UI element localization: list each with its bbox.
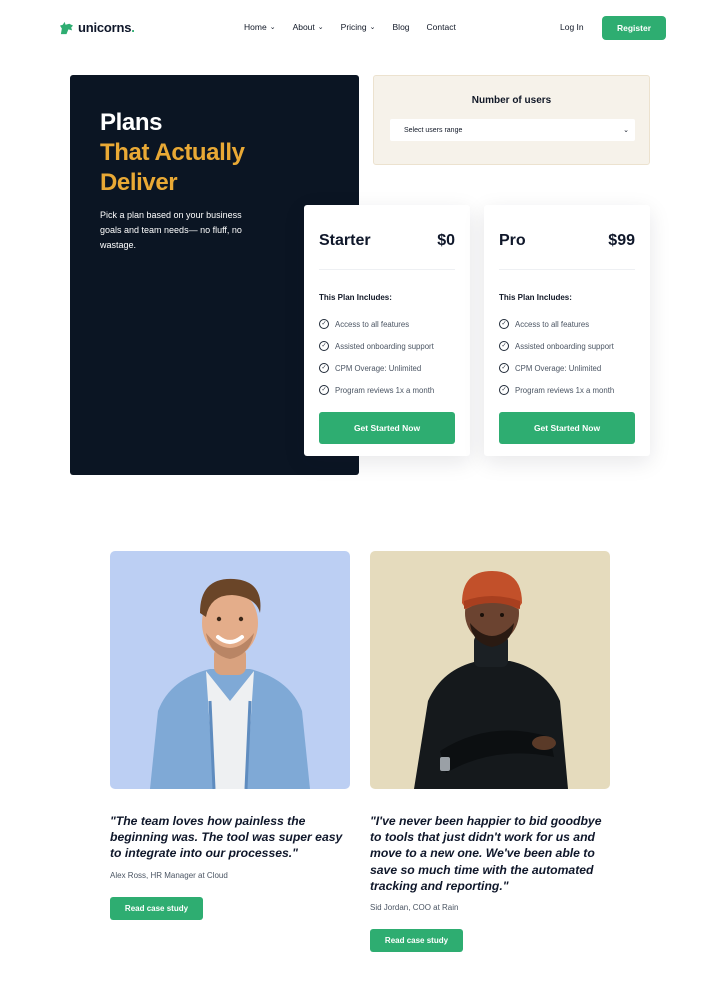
check-circle-icon: ✓ xyxy=(319,319,329,329)
get-started-button[interactable]: Get Started Now xyxy=(499,412,635,444)
hero-title-line: Plans xyxy=(100,109,163,136)
testimonial-author: Alex Ross, HR Manager at Cloud xyxy=(110,871,228,880)
users-title: Number of users xyxy=(471,95,552,106)
chevron-down-icon: ⌄ xyxy=(369,24,376,31)
feature-text: Access to all features xyxy=(515,319,590,329)
chevron-down-icon: ⌄ xyxy=(623,127,629,134)
register-button[interactable]: Register xyxy=(602,16,666,40)
feature-item: ✓ Assisted onboarding support xyxy=(499,335,614,357)
main-nav: Home ⌄ About ⌄ Pricing ⌄ Blog Contact xyxy=(244,22,473,32)
divider xyxy=(499,269,635,270)
testimonial-photo-sid xyxy=(370,551,610,789)
nav-label: Blog xyxy=(392,22,410,32)
nav-item-home[interactable]: Home ⌄ xyxy=(244,22,276,32)
hero-title-line-accent: Deliver xyxy=(100,169,178,196)
feature-text: Assisted onboarding support xyxy=(515,341,614,351)
testimonial-photo-alex xyxy=(110,551,350,789)
nav-label: Home xyxy=(244,22,267,32)
logo-text: unicorns. xyxy=(78,20,135,35)
feature-text: Program reviews 1x a month xyxy=(335,385,435,395)
plan-includes-label: This Plan Includes: xyxy=(499,293,572,302)
plan-card-starter: Starter $0 This Plan Includes: ✓ Access t… xyxy=(304,205,470,456)
nav-label: Pricing xyxy=(340,22,367,32)
check-circle-icon: ✓ xyxy=(499,341,509,351)
check-circle-icon: ✓ xyxy=(499,319,509,329)
testimonial-author: Sid Jordan, COO at Rain xyxy=(370,903,459,912)
plan-price: $0 xyxy=(437,232,455,249)
get-started-button[interactable]: Get Started Now xyxy=(319,412,455,444)
plan-name: Starter xyxy=(319,232,371,249)
feature-item: ✓ CPM Overage: Unlimited xyxy=(319,357,434,379)
read-case-study-button[interactable]: Read case study xyxy=(370,929,463,952)
testimonial-quote: "I've never been happier to bid goodbye … xyxy=(370,814,602,893)
feature-text: Assisted onboarding support xyxy=(335,341,434,351)
feature-text: CPM Overage: Unlimited xyxy=(335,363,422,373)
nav-item-pricing[interactable]: Pricing ⌄ xyxy=(341,22,376,32)
feature-list: ✓ Access to all features ✓ Assisted onboar… xyxy=(499,313,614,401)
unicorn-icon xyxy=(59,21,74,34)
feature-text: Access to all features xyxy=(335,319,410,329)
nav-item-about[interactable]: About ⌄ xyxy=(293,22,324,32)
person-photo-icon xyxy=(150,578,310,789)
feature-item: ✓ Access to all features xyxy=(499,313,614,335)
nav-item-contact[interactable]: Contact xyxy=(427,22,456,32)
testimonial-quote: "The team loves how painless the beginni… xyxy=(110,814,343,861)
plan-name: Pro xyxy=(499,232,526,249)
nav-item-blog[interactable]: Blog xyxy=(393,22,410,32)
read-case-study-button[interactable]: Read case study xyxy=(110,897,203,920)
login-link[interactable]: Log In xyxy=(560,22,584,32)
check-circle-icon: ✓ xyxy=(319,341,329,351)
check-circle-icon: ✓ xyxy=(499,385,509,395)
select-value: Select users range xyxy=(404,126,463,134)
feature-list: ✓ Access to all features ✓ Assisted onboar… xyxy=(319,313,434,401)
check-circle-icon: ✓ xyxy=(319,363,329,373)
hero-title-line-accent: That Actually xyxy=(100,139,245,166)
feature-item: ✓ Assisted onboarding support xyxy=(319,335,434,357)
plan-price: $99 xyxy=(608,232,635,249)
feature-item: ✓ Program reviews 1x a month xyxy=(499,379,614,401)
plan-card-pro: Pro $99 This Plan Includes: ✓ Access to a… xyxy=(484,205,650,456)
hero-title: Plans That Actually Deliver xyxy=(100,108,245,198)
check-circle-icon: ✓ xyxy=(319,385,329,395)
check-circle-icon: ✓ xyxy=(499,363,509,373)
plan-includes-label: This Plan Includes: xyxy=(319,293,392,302)
users-selector-panel: Number of users Select users range ⌄ xyxy=(373,75,650,165)
feature-item: ✓ Program reviews 1x a month xyxy=(319,379,434,401)
chevron-down-icon: ⌄ xyxy=(269,24,276,31)
chevron-down-icon: ⌄ xyxy=(317,24,324,31)
logo[interactable]: unicorns. xyxy=(59,20,135,35)
feature-text: CPM Overage: Unlimited xyxy=(515,363,602,373)
nav-label: Contact xyxy=(426,22,456,32)
feature-item: ✓ CPM Overage: Unlimited xyxy=(499,357,614,379)
feature-text: Program reviews 1x a month xyxy=(515,385,615,395)
feature-item: ✓ Access to all features xyxy=(319,313,434,335)
users-range-select[interactable]: Select users range ⌄ xyxy=(390,119,635,141)
divider xyxy=(319,269,455,270)
person-photo-icon xyxy=(414,571,568,789)
nav-label: About xyxy=(292,22,315,32)
hero-subtitle: Pick a plan based on your business goals… xyxy=(100,210,242,250)
